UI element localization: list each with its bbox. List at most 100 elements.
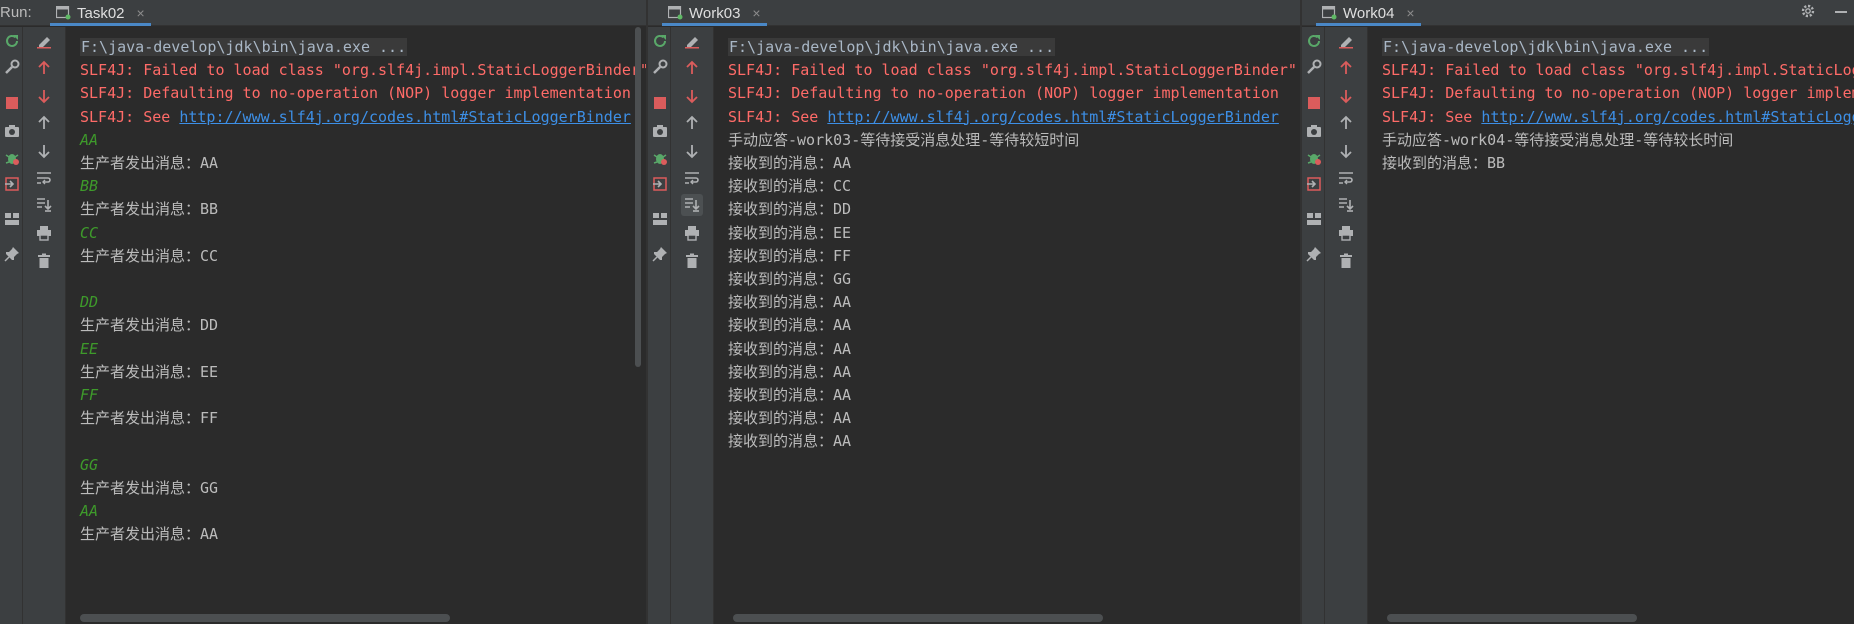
tab-task02[interactable]: Task02 × [50, 0, 151, 26]
camera-button[interactable] [1303, 120, 1325, 142]
rerun-button[interactable] [1303, 30, 1325, 52]
output-line: 接收到的消息：DD [728, 200, 852, 219]
tab-work04[interactable]: Work04 × [1316, 0, 1421, 26]
down-arrow-icon [1339, 88, 1353, 104]
console-toolbar [671, 27, 714, 624]
output-line: 生产者发出消息：GG [80, 478, 219, 497]
scroll-up-button[interactable] [33, 112, 55, 134]
up-arrow-icon [685, 60, 699, 76]
scroll-to-end-button[interactable] [681, 194, 703, 216]
debug-bug-button[interactable] [649, 147, 671, 169]
layout-button[interactable] [649, 208, 671, 230]
hyperlink[interactable]: http://www.slf4j.org/codes.html#StaticLo… [179, 108, 631, 126]
stop-button[interactable] [1, 92, 23, 114]
layout-icon [652, 212, 668, 226]
close-icon[interactable]: × [137, 5, 145, 21]
command-text[interactable]: F:\java-develop\jdk\bin\java.exe ... [1382, 38, 1710, 56]
up-arrow-button[interactable] [681, 57, 703, 79]
soft-wrap-button[interactable] [681, 167, 703, 189]
output-line: 接收到的消息：FF [728, 246, 852, 265]
pin-icon [1306, 246, 1322, 262]
close-icon[interactable]: × [752, 5, 760, 21]
login-button[interactable] [1303, 173, 1325, 195]
print-button[interactable] [33, 222, 55, 244]
rerun-button[interactable] [1, 30, 23, 52]
down-arrow-button[interactable] [33, 85, 55, 107]
down-arrow-button[interactable] [681, 85, 703, 107]
hyperlink[interactable]: http://www.slf4j.org/codes.html#StaticLo… [1481, 108, 1854, 126]
soft-wrap-button[interactable] [1335, 167, 1357, 189]
clear-button[interactable] [33, 30, 55, 52]
up-arrow-icon [37, 60, 51, 76]
command-line: F:\java-develop\jdk\bin\java.exe ... [1382, 36, 1710, 58]
scroll-up-button[interactable] [681, 112, 703, 134]
horizontal-scrollbar[interactable] [80, 614, 450, 622]
layout-button[interactable] [1, 208, 23, 230]
clear-button[interactable] [681, 30, 703, 52]
output-line: 接收到的消息：GG [728, 270, 852, 288]
trash-button[interactable] [1335, 250, 1357, 272]
print-icon [684, 225, 700, 241]
scroll-down-button[interactable] [33, 140, 55, 162]
up-arrow-button[interactable] [1335, 57, 1357, 79]
hyperlink[interactable]: http://www.slf4j.org/codes.html#StaticLo… [827, 108, 1279, 126]
horizontal-scrollbar[interactable] [733, 614, 1103, 622]
print-button[interactable] [681, 222, 703, 244]
rerun-icon [1306, 33, 1322, 49]
left-toolbar [1302, 27, 1325, 624]
rerun-icon [4, 33, 20, 49]
rerun-button[interactable] [649, 30, 671, 52]
wrench-icon [652, 59, 668, 75]
error-prefix: SLF4J: See [728, 107, 828, 126]
console-output[interactable]: F:\java-develop\jdk\bin\java.exe ... SLF4… [1369, 27, 1854, 624]
up-arrow-button[interactable] [33, 57, 55, 79]
soft-wrap-icon [684, 171, 700, 185]
command-text[interactable]: F:\java-develop\jdk\bin\java.exe ... [80, 38, 408, 56]
output-line: 接收到的消息：AA [728, 386, 852, 404]
console-output[interactable]: F:\java-develop\jdk\bin\java.exe ... SLF4… [67, 27, 646, 624]
login-button[interactable] [1, 173, 23, 195]
print-icon [1338, 225, 1354, 241]
horizontal-scrollbar[interactable] [1387, 614, 1637, 622]
minimize-icon[interactable] [1834, 4, 1848, 23]
pin-button[interactable] [1303, 243, 1325, 265]
console-output[interactable]: F:\java-develop\jdk\bin\java.exe ... SLF4… [715, 27, 1300, 624]
user-input-line: BB [80, 177, 99, 196]
layout-button[interactable] [1303, 208, 1325, 230]
scroll-to-end-button[interactable] [1335, 194, 1357, 216]
pin-button[interactable] [649, 243, 671, 265]
trash-button[interactable] [33, 250, 55, 272]
scroll-up-button[interactable] [1335, 112, 1357, 134]
run-label: Run: [0, 4, 32, 21]
wrench-button[interactable] [1, 56, 23, 78]
wrench-button[interactable] [649, 56, 671, 78]
trash-button[interactable] [681, 250, 703, 272]
login-icon [652, 176, 668, 192]
pin-button[interactable] [1, 243, 23, 265]
user-input-line: EE [80, 339, 99, 358]
scroll-down-button[interactable] [681, 140, 703, 162]
output-line: 手动应答-work03-等待接受消息处理-等待较短时间 [728, 130, 1080, 149]
close-icon[interactable]: × [1406, 5, 1414, 21]
scroll-to-end-button[interactable] [33, 194, 55, 216]
stop-button[interactable] [649, 92, 671, 114]
command-text[interactable]: F:\java-develop\jdk\bin\java.exe ... [728, 38, 1056, 56]
stop-button[interactable] [1303, 92, 1325, 114]
tab-work03[interactable]: Work03 × [662, 0, 767, 26]
trash-icon [37, 253, 51, 269]
output-line: 接收到的消息：EE [728, 223, 852, 242]
error-line: SLF4J: Defaulting to no-operation (NOP) … [80, 84, 631, 103]
clear-button[interactable] [1335, 30, 1357, 52]
scroll-down-button[interactable] [1335, 140, 1357, 162]
vertical-scrollbar[interactable] [635, 27, 641, 367]
wrench-button[interactable] [1303, 56, 1325, 78]
down-arrow-button[interactable] [1335, 85, 1357, 107]
camera-button[interactable] [1, 120, 23, 142]
debug-bug-button[interactable] [1303, 147, 1325, 169]
soft-wrap-button[interactable] [33, 167, 55, 189]
camera-button[interactable] [649, 120, 671, 142]
gear-icon[interactable] [1800, 3, 1816, 23]
debug-bug-button[interactable] [1, 147, 23, 169]
login-button[interactable] [649, 173, 671, 195]
print-button[interactable] [1335, 222, 1357, 244]
